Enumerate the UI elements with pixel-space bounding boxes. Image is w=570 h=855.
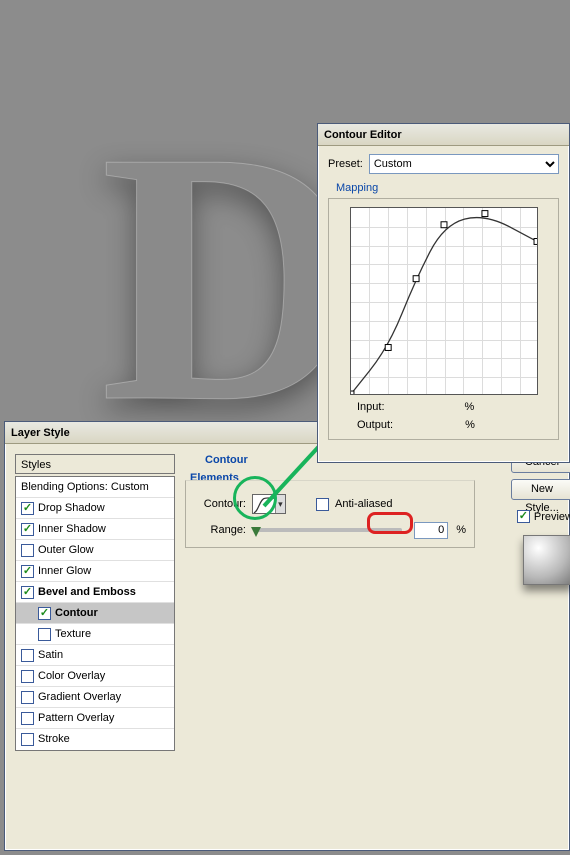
contour-curve-icon bbox=[253, 495, 275, 515]
style-row-gradient-overlay[interactable]: Gradient Overlay bbox=[16, 687, 174, 708]
preset-select[interactable]: Custom bbox=[369, 154, 559, 174]
style-checkbox[interactable] bbox=[21, 712, 34, 725]
output-label: Output: bbox=[357, 419, 393, 431]
mapping-curve[interactable] bbox=[351, 208, 537, 394]
style-label: Inner Glow bbox=[38, 561, 91, 582]
style-label: Inner Shadow bbox=[38, 519, 106, 540]
output-pct: % bbox=[465, 419, 475, 431]
range-input[interactable] bbox=[414, 522, 448, 539]
style-label: Satin bbox=[38, 645, 63, 666]
preset-label: Preset: bbox=[328, 158, 363, 170]
style-row-inner-shadow[interactable]: Inner Shadow bbox=[16, 519, 174, 540]
style-label: Texture bbox=[55, 624, 91, 645]
anti-aliased-label: Anti-aliased bbox=[335, 498, 392, 510]
preview-checkbox[interactable] bbox=[517, 510, 530, 523]
style-checkbox[interactable] bbox=[21, 502, 34, 515]
style-row-outer-glow[interactable]: Outer Glow bbox=[16, 540, 174, 561]
curve-anchor[interactable] bbox=[413, 276, 419, 282]
style-row-bevel-and-emboss[interactable]: Bevel and Emboss bbox=[16, 582, 174, 603]
style-checkbox[interactable] bbox=[38, 607, 51, 620]
input-label: Input: bbox=[357, 401, 385, 413]
style-label: Gradient Overlay bbox=[38, 687, 121, 708]
curve-anchor[interactable] bbox=[481, 211, 487, 217]
contour-swatch[interactable] bbox=[252, 494, 286, 514]
style-checkbox[interactable] bbox=[21, 565, 34, 578]
style-checkbox[interactable] bbox=[21, 733, 34, 746]
input-pct: % bbox=[465, 401, 475, 413]
mapping-title: Mapping bbox=[336, 182, 378, 194]
range-pct: % bbox=[456, 524, 466, 536]
style-label: Contour bbox=[55, 603, 98, 624]
style-checkbox[interactable] bbox=[21, 649, 34, 662]
style-label: Bevel and Emboss bbox=[38, 582, 136, 603]
style-checkbox[interactable] bbox=[21, 544, 34, 557]
curve-anchor[interactable] bbox=[351, 391, 354, 394]
curve-anchor[interactable] bbox=[441, 222, 447, 228]
style-checkbox[interactable] bbox=[21, 691, 34, 704]
preview-swatch bbox=[523, 535, 570, 585]
style-checkbox[interactable] bbox=[21, 523, 34, 536]
range-slider-thumb[interactable] bbox=[251, 527, 261, 537]
style-row-drop-shadow[interactable]: Drop Shadow bbox=[16, 498, 174, 519]
range-slider[interactable] bbox=[256, 528, 402, 532]
preview-label: Preview bbox=[534, 511, 570, 523]
styles-header[interactable]: Styles bbox=[15, 454, 175, 474]
style-label: Pattern Overlay bbox=[38, 708, 114, 729]
style-label: Stroke bbox=[38, 729, 70, 750]
style-checkbox[interactable] bbox=[21, 670, 34, 683]
anti-aliased-checkbox[interactable] bbox=[316, 498, 329, 511]
style-row-texture[interactable]: Texture bbox=[16, 624, 174, 645]
curve-anchor[interactable] bbox=[385, 345, 391, 351]
new-style-button[interactable]: New Style... bbox=[511, 479, 570, 500]
style-checkbox[interactable] bbox=[38, 628, 51, 641]
style-label: Drop Shadow bbox=[38, 498, 105, 519]
contour-title: Contour bbox=[205, 454, 248, 466]
style-row-stroke[interactable]: Stroke bbox=[16, 729, 174, 750]
right-button-column: Cancel New Style... Preview bbox=[511, 452, 570, 585]
mapping-group: Input: % Output: % bbox=[328, 198, 559, 440]
style-label: Color Overlay bbox=[38, 666, 105, 687]
style-checkbox[interactable] bbox=[21, 586, 34, 599]
contour-dropdown[interactable] bbox=[275, 495, 285, 513]
layer-style-window: Layer Style Styles Blending Options: Cus… bbox=[4, 421, 570, 851]
styles-column: Styles Blending Options: Custom Drop Sha… bbox=[15, 454, 175, 751]
style-row-color-overlay[interactable]: Color Overlay bbox=[16, 666, 174, 687]
contour-label: Contour: bbox=[194, 498, 246, 510]
style-label: Outer Glow bbox=[38, 540, 94, 561]
mapping-grid[interactable] bbox=[350, 207, 538, 395]
style-row-contour[interactable]: Contour bbox=[16, 603, 174, 624]
style-row-satin[interactable]: Satin bbox=[16, 645, 174, 666]
range-label: Range: bbox=[194, 524, 246, 536]
curve-anchor[interactable] bbox=[534, 239, 537, 245]
contour-editor-window: Contour Editor Preset: Custom Mapping bbox=[317, 123, 570, 463]
styles-list: Blending Options: Custom Drop ShadowInne… bbox=[15, 476, 175, 751]
style-row-pattern-overlay[interactable]: Pattern Overlay bbox=[16, 708, 174, 729]
contour-panel: Contour Elements Contour: Anti-aliased bbox=[185, 454, 559, 751]
blending-options-row[interactable]: Blending Options: Custom bbox=[16, 477, 174, 498]
contour-editor-titlebar[interactable]: Contour Editor bbox=[318, 124, 569, 146]
style-row-inner-glow[interactable]: Inner Glow bbox=[16, 561, 174, 582]
